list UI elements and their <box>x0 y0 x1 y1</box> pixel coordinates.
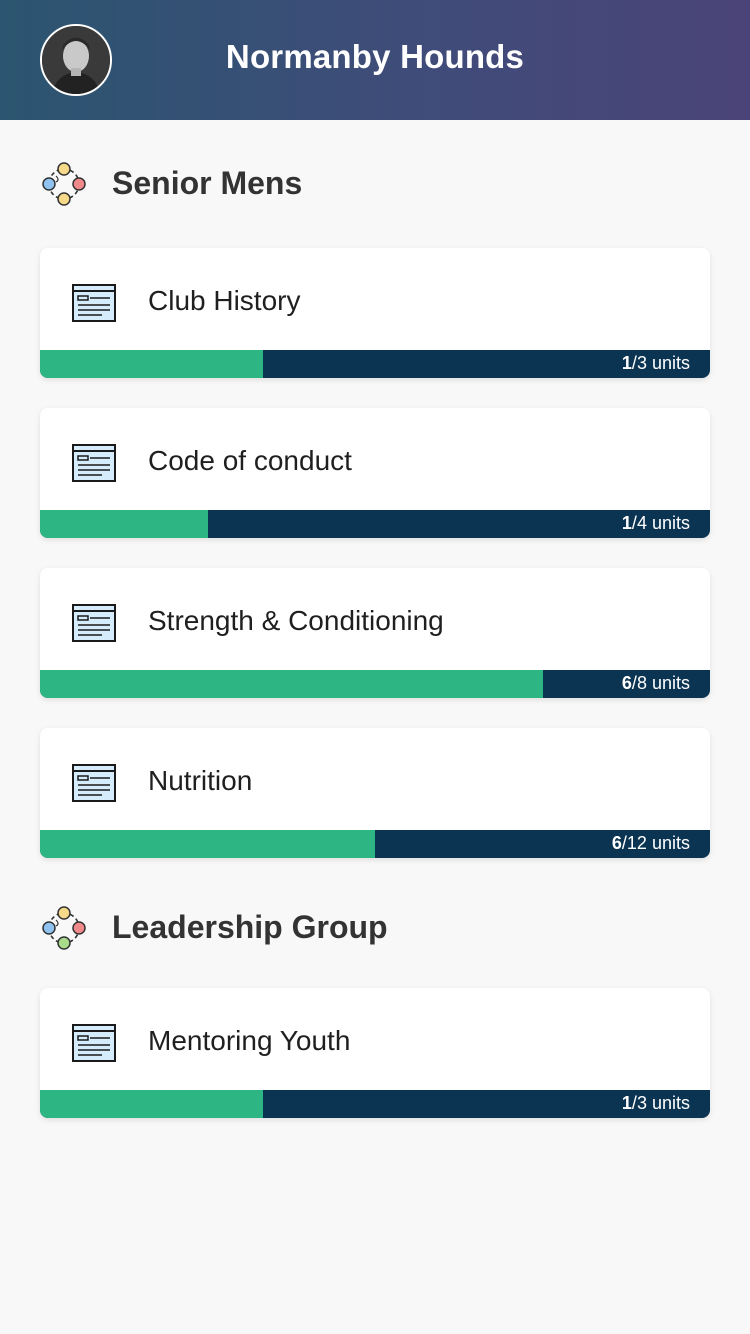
group-icon <box>42 162 86 206</box>
section-header-senior-mens: Senior Mens <box>40 160 710 210</box>
course-title: Club History <box>148 285 301 316</box>
course-title: Code of conduct <box>148 445 352 476</box>
app-header: Normanby Hounds <box>0 0 750 120</box>
course-card-mentoring-youth[interactable]: Mentoring Youth 1/3 units <box>40 988 710 1118</box>
section-header-leadership-group: Leadership Group <box>40 904 710 954</box>
progress-fill <box>40 1090 264 1118</box>
progress-label: 1/3 units <box>621 1093 690 1113</box>
section-title: Leadership Group <box>112 909 388 945</box>
progress-label: 1/3 units <box>621 353 690 373</box>
course-card-code-of-conduct[interactable]: Code of conduct 1/4 units <box>40 408 710 538</box>
progress-label: 6/8 units <box>621 673 690 693</box>
course-title: Nutrition <box>148 765 253 796</box>
progress-bar: 1/3 units <box>40 350 710 378</box>
course-card-nutrition[interactable]: Nutrition 6/12 units <box>40 728 710 858</box>
document-icon <box>72 284 116 322</box>
course-title: Mentoring Youth <box>148 1025 351 1056</box>
group-icon <box>42 906 86 950</box>
page-title: Normanby Hounds <box>225 38 525 75</box>
course-card-club-history[interactable]: Club History 1/3 units <box>40 248 710 378</box>
progress-fill <box>40 670 543 698</box>
progress-bar: 6/8 units <box>40 670 710 698</box>
progress-bar: 1/4 units <box>40 510 710 538</box>
document-icon <box>72 1024 116 1062</box>
document-icon <box>72 444 116 482</box>
progress-bar: 1/3 units <box>40 1090 710 1118</box>
progress-fill <box>40 350 264 378</box>
document-icon <box>72 604 116 642</box>
section-title: Senior Mens <box>112 165 303 201</box>
progress-label: 6/12 units <box>611 833 690 853</box>
course-title: Strength & Conditioning <box>148 605 444 636</box>
progress-bar: 6/12 units <box>40 830 710 858</box>
progress-fill <box>40 830 375 858</box>
progress-fill <box>40 510 208 538</box>
document-icon <box>72 764 116 802</box>
course-card-strength-conditioning[interactable]: Strength & Conditioning 6/8 units <box>40 568 710 698</box>
progress-label: 1/4 units <box>621 513 690 533</box>
